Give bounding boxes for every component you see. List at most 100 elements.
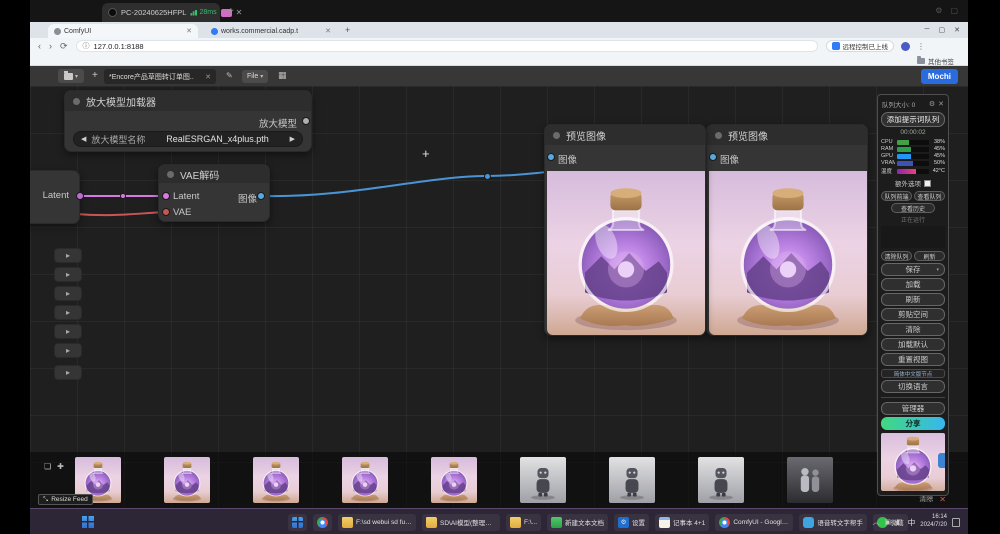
tray-icon-b[interactable]: ◧ — [896, 518, 903, 526]
collapsed-node-4[interactable]: ▸ — [54, 305, 82, 320]
node-title-bar[interactable]: 放大模型加载器 — [65, 91, 311, 111]
address-bar[interactable]: ⓘ 127.0.0.1:8188 — [76, 40, 818, 52]
manager-button[interactable]: 管理器 — [881, 402, 945, 415]
queue-size-header[interactable]: 队列大小: 0 ⚙ ✕ — [881, 98, 945, 112]
close-icon[interactable]: ✕ — [954, 26, 960, 34]
taskbar-item-chrome[interactable] — [313, 514, 332, 531]
link-mid-dot[interactable] — [484, 173, 491, 180]
taskbar-item-textdoc[interactable]: 新建文本文档 — [547, 514, 608, 531]
tab-close-icon[interactable]: ✕ — [325, 27, 331, 35]
taskbar-item-win[interactable] — [288, 514, 307, 531]
vae-input-dot[interactable] — [162, 208, 170, 216]
collapsed-node-6[interactable]: ▸ — [54, 343, 82, 358]
collapsed-node-3[interactable]: ▸ — [54, 286, 82, 301]
reload-icon[interactable]: ⟳ — [60, 41, 68, 52]
collapse-dot-icon[interactable] — [73, 98, 80, 105]
taskbar-item-folder-f[interactable]: F:\... — [506, 514, 541, 531]
sidebar-load-button[interactable]: 加载 — [881, 278, 945, 291]
feed-pin-icon[interactable]: ✚ — [57, 462, 64, 471]
image-input-dot-1[interactable] — [547, 153, 555, 161]
feed-thumbnail-3[interactable] — [253, 457, 299, 503]
collapsed-node-5[interactable]: ▸ — [54, 324, 82, 339]
feed-thumbnail-6[interactable] — [520, 457, 566, 503]
latent-input-dot[interactable] — [162, 192, 170, 200]
workflow-tab[interactable]: *Encore产品草图转订单图.. ✕ — [104, 69, 216, 84]
feed-thumbnail-2[interactable] — [164, 457, 210, 503]
site-info-icon[interactable]: ⓘ — [83, 41, 90, 51]
settings-gear-icon[interactable]: ⚙ — [929, 100, 935, 108]
ime-indicator[interactable]: 中 — [908, 517, 916, 528]
switch-language-button[interactable]: 切换语言 — [881, 380, 945, 393]
notification-center-icon[interactable] — [952, 518, 960, 527]
sidebar-clipspace-button[interactable]: 剪贴空间 — [881, 308, 945, 321]
thumbnail-badge[interactable] — [938, 453, 945, 468]
back-icon[interactable]: ‹ — [38, 41, 41, 51]
minimize-icon[interactable]: ─ — [925, 26, 930, 34]
feed-thumbnail-8[interactable] — [698, 457, 744, 503]
edit-icon[interactable]: ✎ — [226, 71, 233, 80]
feed-thumbnail-9[interactable] — [787, 457, 833, 503]
clear-queue-button[interactable]: 清除队列 — [881, 251, 912, 261]
sidebar-load-default-button[interactable]: 加载默认 — [881, 338, 945, 351]
view-history-button[interactable]: 查看历史 — [891, 203, 936, 213]
node-canvas[interactable]: Latent 放大模型加载器 放大模型 ◀ 放大模型名称 RealESRGAN_… — [30, 86, 968, 508]
workflow-close-icon[interactable]: ✕ — [205, 73, 211, 81]
new-session-button[interactable]: + — [228, 7, 234, 17]
browser-tab-comfyui[interactable]: ComfyUI ✕ — [48, 24, 198, 38]
extension-badge[interactable]: 远程控制已上线 — [826, 40, 895, 52]
extensions-icon[interactable] — [901, 42, 910, 51]
panel-close-icon[interactable]: ✕ — [938, 100, 944, 108]
start-button[interactable] — [82, 516, 94, 528]
taskbar-item-comfyui-chrome[interactable]: ComfyUI - Google Chro... — [715, 514, 793, 531]
remote-session-tab[interactable]: PC-20240625HFPL 28ms ✕ — [102, 3, 220, 22]
new-workflow-button[interactable]: + — [92, 70, 98, 81]
other-bookmarks-button[interactable]: 其他书签 — [917, 56, 954, 66]
link-mid-dot[interactable] — [120, 193, 126, 199]
sidebar-clear-button[interactable]: 清除 — [881, 323, 945, 336]
latest-output-thumbnail[interactable] — [881, 433, 945, 491]
sidebar-save-button[interactable]: 保存▾ — [881, 263, 945, 276]
taskbar-item-folder-models[interactable]: SD\AI模型(整理好)下载 — [422, 514, 500, 531]
browser-tab-2[interactable]: works.commercial.cadp.t ✕ — [205, 24, 337, 38]
right-arrow-icon[interactable]: ▶ — [290, 135, 295, 143]
upscale-model-loader-node[interactable]: 放大模型加载器 放大模型 ◀ 放大模型名称 RealESRGAN_x4plus.… — [64, 90, 312, 152]
tab-close-icon[interactable]: ✕ — [186, 27, 192, 35]
model-name-widget[interactable]: ◀ 放大模型名称 RealESRGAN_x4plus.pth ▶ — [73, 131, 303, 147]
feed-thumbnail-4[interactable] — [342, 457, 388, 503]
taskbar-item-voice-tool[interactable]: 语音转文字帮手 — [799, 514, 867, 531]
sidebar-reset-view-button[interactable]: 重置视图 — [881, 353, 945, 366]
taskbar-clock[interactable]: 16:14 2024/7/20 — [920, 514, 947, 530]
node-title-bar[interactable]: 预览图像 — [545, 125, 705, 145]
node-title-bar[interactable]: VAE解码 — [159, 165, 269, 183]
collapsed-node-7[interactable]: ▸ — [54, 365, 82, 380]
collapse-dot-icon[interactable] — [167, 171, 174, 178]
queue-prompt-button[interactable]: 添加提示词队列 — [881, 112, 945, 127]
grid-view-icon[interactable]: ▦ — [278, 70, 287, 81]
feed-grid-icon[interactable]: ❏ — [44, 462, 51, 471]
tray-collapse-icon[interactable]: ︿ — [873, 517, 880, 527]
upscale-model-output-dot[interactable] — [302, 117, 310, 125]
preview-image-node-1[interactable]: 预览图像 图像 — [544, 124, 706, 336]
share-button[interactable]: 分享 — [881, 417, 945, 430]
new-tab-button[interactable]: + — [345, 25, 350, 35]
sidebar-refresh-button[interactable]: 刷新 — [881, 293, 945, 306]
image-output-dot[interactable] — [257, 192, 265, 200]
preview-image-node-2[interactable]: 预览图像 图像 — [706, 124, 868, 336]
mochi-button[interactable]: Mochi — [921, 69, 958, 84]
left-arrow-icon[interactable]: ◀ — [81, 135, 86, 143]
collapsed-node-2[interactable]: ▸ — [54, 267, 82, 282]
browser-menu-icon[interactable]: ⋮ — [917, 42, 925, 51]
image-input-dot-2[interactable] — [709, 153, 717, 161]
taskbar-item-notepad[interactable]: 记事本 4+1 — [655, 514, 709, 531]
resize-feed-button[interactable]: ⤡ Resize Feed — [38, 494, 93, 505]
collapse-dot-icon[interactable] — [553, 132, 560, 139]
node-title-bar[interactable]: 预览图像 — [707, 125, 867, 145]
session-close-icon[interactable]: ✕ — [236, 9, 243, 17]
feed-thumbnail-5[interactable] — [431, 457, 477, 503]
forward-icon[interactable]: › — [49, 41, 52, 51]
vae-decode-node[interactable]: VAE解码 Latent VAE 图像 — [158, 164, 270, 222]
collapsed-node-1[interactable]: ▸ — [54, 248, 82, 263]
file-menu-button[interactable]: File ▾ — [242, 70, 268, 83]
feed-thumbnail-7[interactable] — [609, 457, 655, 503]
latent-output-dot[interactable] — [76, 192, 84, 200]
